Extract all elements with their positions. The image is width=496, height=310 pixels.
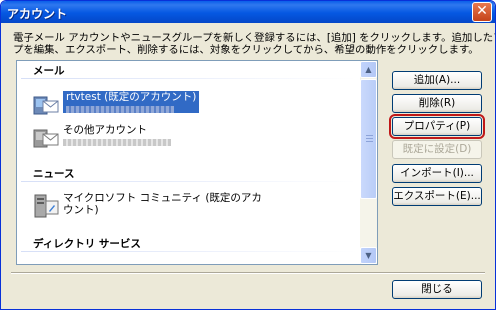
- accounts-list-content: メール rtvtest (既定のアカウント) その他アカウント ニュース マイク…: [17, 61, 361, 264]
- scroll-down-button[interactable]: ▼: [360, 247, 377, 264]
- account-name-line-1: マイクロソフト コミュニティ (既定のアカ: [63, 192, 262, 204]
- chevron-down-icon: ▼: [365, 251, 372, 260]
- account-name-line-2: ウント): [63, 204, 99, 216]
- properties-button[interactable]: プロパティ(P): [389, 114, 485, 139]
- account-name: rtvtest (既定のアカウント): [66, 91, 197, 103]
- account-label: その他アカウント: [63, 124, 171, 146]
- scrollbar-thumb[interactable]: [360, 79, 377, 199]
- close-window-button[interactable]: ✕: [472, 2, 492, 22]
- instruction-line-1: 電子メール アカウントやニュースグループを新しく登録するには、[追加] をクリッ…: [13, 32, 495, 44]
- account-name: その他アカウント: [63, 124, 147, 136]
- group-label-news: ニュース: [33, 168, 75, 180]
- news-server-icon: [34, 194, 59, 218]
- add-button[interactable]: 追加(A)...: [392, 71, 482, 90]
- group-label-mail: メール: [33, 65, 65, 77]
- scroll-up-button[interactable]: ▲: [360, 61, 377, 78]
- title-bar[interactable]: アカウント ✕: [1, 1, 495, 23]
- import-button[interactable]: インポート(I)...: [392, 164, 482, 183]
- grip-line: [366, 135, 373, 136]
- grip-line: [366, 141, 373, 142]
- group-divider: [21, 78, 357, 79]
- accounts-dialog: アカウント ✕ 電子メール アカウントやニュースグループを新しく登録するには、[…: [0, 0, 496, 310]
- mail-account-icon: [33, 96, 59, 115]
- chevron-up-icon: ▲: [365, 65, 372, 74]
- group-label-directory: ディレクトリ サービス: [33, 238, 141, 250]
- group-divider: [21, 251, 357, 252]
- export-button[interactable]: エクスポート(E)...: [392, 187, 482, 206]
- instruction-line-2: プを編集、エクスポート、削除するには、対象をクリックしてから、希望の動作をクリッ…: [13, 44, 479, 56]
- blurred-email-address: [63, 139, 171, 146]
- account-item-mail-other[interactable]: その他アカウント: [33, 123, 353, 155]
- group-header-mail: メール: [17, 61, 361, 79]
- window-title: アカウント: [7, 7, 68, 21]
- set-default-button: 既定に設定(D): [392, 140, 482, 159]
- separator: [11, 272, 485, 274]
- account-item-mail-default[interactable]: rtvtest (既定のアカウント): [33, 90, 353, 122]
- blurred-email-address: [66, 106, 174, 113]
- close-icon: ✕: [476, 3, 488, 19]
- group-header-directory: ディレクトリ サービス: [17, 234, 361, 252]
- close-button[interactable]: 閉じる: [392, 280, 482, 299]
- mail-account-icon: [33, 129, 59, 148]
- group-divider: [21, 181, 357, 182]
- delete-button[interactable]: 削除(R): [392, 94, 482, 113]
- account-label: マイクロソフト コミュニティ (既定のアカ ウント): [63, 192, 262, 216]
- grip-line: [366, 138, 373, 139]
- instruction-text: 電子メール アカウントやニュースグループを新しく登録するには、[追加] をクリッ…: [13, 32, 495, 56]
- account-label: rtvtest (既定のアカウント): [63, 91, 200, 113]
- account-item-news[interactable]: マイクロソフト コミュニティ (既定のアカ ウント): [33, 191, 353, 223]
- group-header-news: ニュース: [17, 164, 361, 182]
- vertical-scrollbar[interactable]: ▲ ▼: [360, 61, 377, 264]
- accounts-list[interactable]: メール rtvtest (既定のアカウント) その他アカウント ニュース マイク…: [16, 60, 378, 265]
